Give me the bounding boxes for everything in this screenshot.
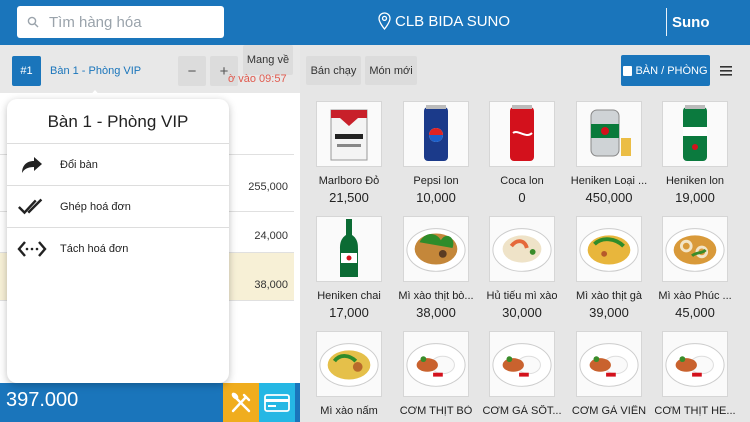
product-image — [662, 101, 728, 167]
product-name: Mì xào thịt bò... — [398, 290, 474, 302]
product-tile[interactable]: Mì xào thịt gà 39,000 — [564, 207, 650, 322]
product-tile[interactable]: Pepsi lon 10,000 — [391, 92, 477, 207]
product-tile[interactable]: Heniken chai 17,000 — [304, 207, 390, 322]
payment-button[interactable] — [259, 383, 295, 422]
product-image — [316, 331, 382, 397]
brand-menu[interactable]: Suno — [672, 14, 710, 31]
product-name: Pepsi lon — [413, 175, 459, 187]
search-icon — [27, 16, 39, 28]
store-name: CLB BIDA SUNO — [395, 12, 511, 30]
decrease-button[interactable]: − — [178, 56, 206, 86]
product-name: Coca lon — [500, 175, 544, 187]
fork-knife-icon — [231, 392, 251, 412]
product-image — [662, 331, 728, 397]
order-toolbar: #1 Bàn 1 - Phòng VIP − + Mang về — [0, 45, 300, 93]
product-image — [316, 101, 382, 167]
store-selector[interactable]: CLB BIDA SUNO — [378, 12, 510, 30]
product-price: 450,000 — [585, 190, 633, 205]
product-name: CƠM GÀ VIÊN — [571, 405, 647, 417]
product-price: 19,000 — [675, 190, 715, 205]
product-image — [489, 331, 555, 397]
product-name: Hủ tiếu mì xào — [486, 290, 558, 302]
double-check-icon — [17, 197, 47, 217]
product-tile[interactable]: Mì xào thịt bò... 38,000 — [391, 207, 477, 322]
product-tile[interactable]: CƠM GÀ SỐT... — [477, 322, 563, 422]
product-name: Marlboro Đỏ — [318, 175, 380, 187]
split-bill-item[interactable]: Tách hoá đơn — [7, 227, 229, 269]
product-tile[interactable]: CƠM THỊT HE... — [650, 322, 736, 422]
product-tile[interactable]: Mì xào Phúc ... 45,000 — [650, 207, 736, 322]
table-icon — [623, 65, 633, 76]
product-image — [489, 101, 555, 167]
table-number-badge[interactable]: #1 — [12, 56, 41, 86]
product-price: 39,000 — [589, 305, 629, 320]
tab-best-seller[interactable]: Bán chạy — [306, 56, 361, 85]
product-image — [316, 216, 382, 282]
kitchen-button[interactable] — [223, 383, 259, 422]
hamburger-menu-button[interactable] — [714, 56, 738, 85]
order-amount: 255,000 — [248, 181, 288, 193]
product-tile[interactable]: Heniken lon 19,000 — [650, 92, 736, 207]
search-placeholder: Tìm hàng hóa — [49, 13, 142, 31]
product-tile[interactable]: Hủ tiếu mì xào 30,000 — [477, 207, 563, 322]
product-name: CƠM THỊT HE... — [654, 405, 736, 417]
product-tile[interactable]: Coca lon 0 — [477, 92, 563, 207]
product-tile[interactable]: CƠM THỊT BÒ — [391, 322, 477, 422]
merge-bill-item[interactable]: Ghép hoá đơn — [7, 185, 229, 227]
product-image — [403, 331, 469, 397]
header-divider — [666, 8, 667, 36]
hamburger-icon — [720, 65, 732, 76]
product-price: 21,500 — [329, 190, 369, 205]
product-name: Mì xào thịt gà — [575, 290, 643, 302]
check-in-time: ờ vào 09:57 — [228, 73, 287, 85]
credit-card-icon — [264, 393, 290, 412]
product-name: Mì xào nấm — [320, 405, 378, 417]
split-bill-label: Tách hoá đơn — [60, 242, 129, 255]
product-image — [576, 331, 642, 397]
product-image — [403, 101, 469, 167]
search-input[interactable]: Tìm hàng hóa — [17, 6, 224, 38]
product-image — [662, 216, 728, 282]
product-price: 45,000 — [675, 305, 715, 320]
order-amount: 38,000 — [254, 279, 288, 291]
product-tile[interactable]: Marlboro Đỏ 21,500 — [304, 92, 390, 207]
order-amount: 24,000 — [254, 230, 288, 242]
move-table-label: Đổi bàn — [60, 158, 98, 171]
product-name: Heniken Loại ... — [570, 175, 648, 187]
product-image — [576, 101, 642, 167]
table-room-label: BÀN / PHÒNG — [635, 64, 708, 77]
product-image — [489, 216, 555, 282]
takeaway-button[interactable]: Mang về — [243, 45, 293, 75]
product-tile[interactable]: Heniken Loại ... 450,000 — [564, 92, 650, 207]
product-name: CƠM THỊT BÒ — [399, 405, 473, 417]
top-bar: Tìm hàng hóa CLB BIDA SUNO Suno — [0, 0, 750, 45]
product-price: 0 — [518, 190, 526, 205]
product-name: Mì xào Phúc ... — [658, 290, 732, 302]
split-arrows-icon — [17, 240, 47, 258]
product-price: 38,000 — [416, 305, 456, 320]
product-tile[interactable]: CƠM GÀ VIÊN — [564, 322, 650, 422]
product-price: 17,000 — [329, 305, 369, 320]
product-image — [403, 216, 469, 282]
tab-new-items[interactable]: Món mới — [365, 56, 417, 85]
table-actions-popup: Bàn 1 - Phòng VIP Đổi bàn Ghép hoá đơn T… — [7, 99, 229, 383]
product-image — [576, 216, 642, 282]
product-price: 10,000 — [416, 190, 456, 205]
location-pin-icon — [378, 12, 391, 30]
order-footer: 397.000 — [0, 383, 300, 422]
table-name[interactable]: Bàn 1 - Phòng VIP — [50, 65, 141, 77]
product-grid: Marlboro Đỏ 21,500 Pepsi lon 10,000 Coca lon… — [300, 92, 750, 422]
product-name: Heniken chai — [317, 290, 381, 302]
product-price: 30,000 — [502, 305, 542, 320]
order-total: 397.000 — [6, 389, 79, 411]
popup-title: Bàn 1 - Phòng VIP — [47, 112, 189, 131]
move-table-item[interactable]: Đổi bàn — [7, 143, 229, 185]
product-name: CƠM GÀ SỐT... — [482, 405, 562, 417]
merge-bill-label: Ghép hoá đơn — [60, 200, 131, 213]
table-room-button[interactable]: BÀN / PHÒNG — [621, 55, 710, 86]
share-arrow-icon — [17, 155, 47, 175]
product-tile[interactable]: Mì xào nấm — [304, 322, 390, 422]
product-name: Heniken lon — [665, 175, 725, 187]
